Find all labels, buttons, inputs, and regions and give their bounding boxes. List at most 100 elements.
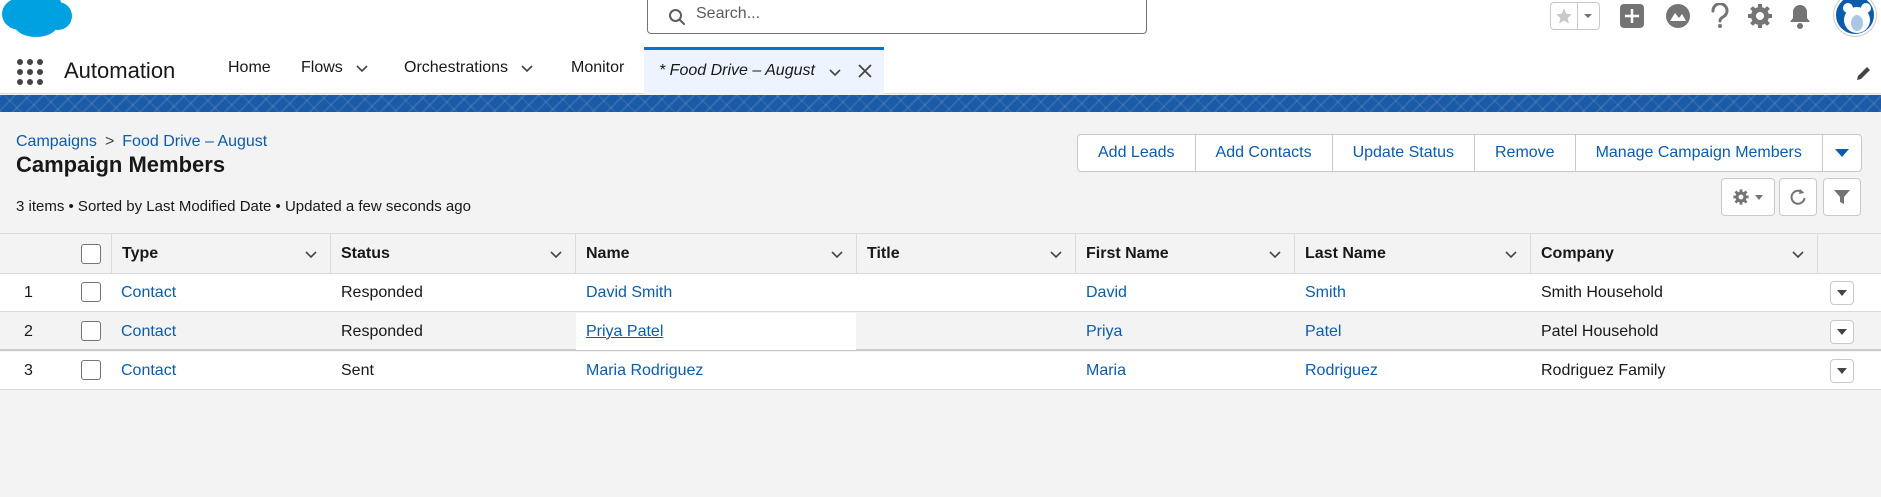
name-link[interactable]: David Smith [586, 284, 672, 302]
row-number-header [0, 234, 69, 274]
filter-icon [1834, 190, 1850, 204]
name-link[interactable]: Maria Rodriguez [586, 362, 703, 380]
gear-icon [1733, 189, 1749, 205]
remove-button[interactable]: Remove [1473, 134, 1576, 172]
chevron-down-icon[interactable] [1504, 247, 1518, 261]
chevron-down-icon[interactable] [828, 65, 842, 79]
chevron-down-icon [1837, 368, 1847, 374]
chevron-down-icon[interactable] [1268, 247, 1282, 261]
chevron-down-icon[interactable] [830, 247, 844, 261]
company-cell: Patel Household [1541, 323, 1659, 340]
app-launcher-icon[interactable] [16, 58, 44, 86]
favorites-group [1550, 2, 1600, 30]
table-row: 3 Contact Sent Maria Rodriguez Maria Rod… [0, 352, 1881, 390]
row-actions-header [1818, 234, 1881, 274]
chevron-down-icon[interactable] [549, 247, 563, 261]
row-actions-button[interactable] [1830, 281, 1854, 305]
column-label: Name [586, 245, 630, 262]
chevron-down-icon[interactable] [1791, 247, 1805, 261]
favorite-star-button[interactable] [1551, 3, 1578, 29]
more-actions-button[interactable] [1821, 134, 1862, 172]
search-icon [669, 9, 685, 25]
column-header-name[interactable]: Name [576, 234, 857, 274]
column-header-company[interactable]: Company [1531, 234, 1818, 274]
first-name-link[interactable]: Maria [1086, 362, 1126, 380]
filter-button[interactable] [1823, 178, 1861, 216]
row-number: 1 [24, 284, 33, 301]
chevron-down-icon[interactable] [1049, 247, 1063, 261]
trailhead-icon [1666, 4, 1690, 28]
notifications-button[interactable] [1786, 2, 1814, 30]
nav-item-label: Home [228, 59, 271, 76]
name-link[interactable]: Priya Patel [586, 323, 663, 341]
setup-button[interactable] [1746, 2, 1774, 30]
company-cell: Rodriguez Family [1541, 362, 1666, 379]
edit-nav-icon[interactable] [1855, 64, 1873, 82]
global-header [0, 0, 1881, 40]
favorites-menu-button[interactable] [1578, 3, 1599, 29]
tab-food-drive[interactable]: * Food Drive – August [644, 47, 884, 94]
search-input[interactable] [696, 3, 1116, 25]
column-header-last-name[interactable]: Last Name [1295, 234, 1531, 274]
page-title: Campaign Members [16, 152, 226, 177]
empty-list-area [0, 390, 1881, 497]
nav-item-flows[interactable]: Flows [301, 59, 369, 77]
user-avatar[interactable] [1834, 0, 1876, 36]
add-icon [1620, 4, 1644, 28]
select-all-header [69, 234, 112, 274]
help-button[interactable] [1706, 2, 1734, 30]
row-checkbox[interactable] [81, 282, 101, 302]
manage-campaign-members-button[interactable]: Manage Campaign Members [1574, 134, 1823, 172]
row-checkbox[interactable] [81, 321, 101, 341]
column-header-status[interactable]: Status [331, 234, 576, 274]
chevron-down-icon [1837, 329, 1847, 335]
global-search[interactable] [647, 0, 1147, 34]
breadcrumb-campaign-link[interactable]: Food Drive – August [122, 133, 267, 151]
last-name-link[interactable]: Rodriguez [1305, 362, 1378, 380]
row-actions-button[interactable] [1830, 320, 1854, 344]
table-row: 1 Contact Responded David Smith David Sm… [0, 274, 1881, 312]
table-header: Type Status Name Title First Name Last N… [0, 233, 1881, 274]
brand-band [0, 95, 1881, 112]
chevron-down-icon[interactable] [355, 61, 369, 75]
add-contacts-button[interactable]: Add Contacts [1194, 134, 1333, 172]
row-checkbox[interactable] [81, 360, 101, 380]
first-name-link[interactable]: David [1086, 284, 1127, 302]
close-icon[interactable] [856, 62, 874, 80]
nav-item-monitor[interactable]: Monitor [571, 59, 624, 77]
nav-item-home[interactable]: Home [228, 59, 271, 77]
column-header-type[interactable]: Type [112, 234, 331, 274]
type-link[interactable]: Contact [121, 284, 176, 302]
list-settings-button[interactable] [1721, 178, 1775, 216]
type-link[interactable]: Contact [121, 362, 176, 380]
select-all-checkbox[interactable] [81, 244, 101, 264]
refresh-icon [1790, 189, 1806, 205]
global-actions-button[interactable] [1618, 2, 1646, 30]
add-leads-button[interactable]: Add Leads [1077, 134, 1196, 172]
status-cell: Responded [341, 323, 423, 340]
last-name-link[interactable]: Patel [1305, 323, 1341, 341]
tab-label: * Food Drive – August [659, 62, 815, 79]
type-link[interactable]: Contact [121, 323, 176, 341]
column-label: Title [867, 245, 900, 262]
breadcrumb-campaigns-link[interactable]: Campaigns [16, 133, 97, 151]
column-label: Last Name [1305, 245, 1386, 262]
row-actions-button[interactable] [1830, 359, 1854, 383]
breadcrumb-separator: > [104, 133, 115, 150]
first-name-link[interactable]: Priya [1086, 323, 1122, 341]
help-icon [1711, 3, 1729, 28]
salesforce-logo[interactable] [0, 0, 72, 38]
chevron-down-icon[interactable] [520, 61, 534, 75]
last-name-link[interactable]: Smith [1305, 284, 1346, 302]
chevron-down-icon[interactable] [304, 247, 318, 261]
star-icon [1556, 8, 1572, 24]
column-header-first-name[interactable]: First Name [1076, 234, 1295, 274]
trailhead-button[interactable] [1664, 2, 1692, 30]
row-number: 2 [24, 323, 33, 340]
column-label: Type [122, 245, 159, 262]
refresh-button[interactable] [1779, 178, 1817, 216]
column-header-title[interactable]: Title [857, 234, 1076, 274]
nav-item-orchestrations[interactable]: Orchestrations [404, 59, 534, 77]
column-label: Status [341, 245, 390, 262]
update-status-button[interactable]: Update Status [1331, 134, 1475, 172]
